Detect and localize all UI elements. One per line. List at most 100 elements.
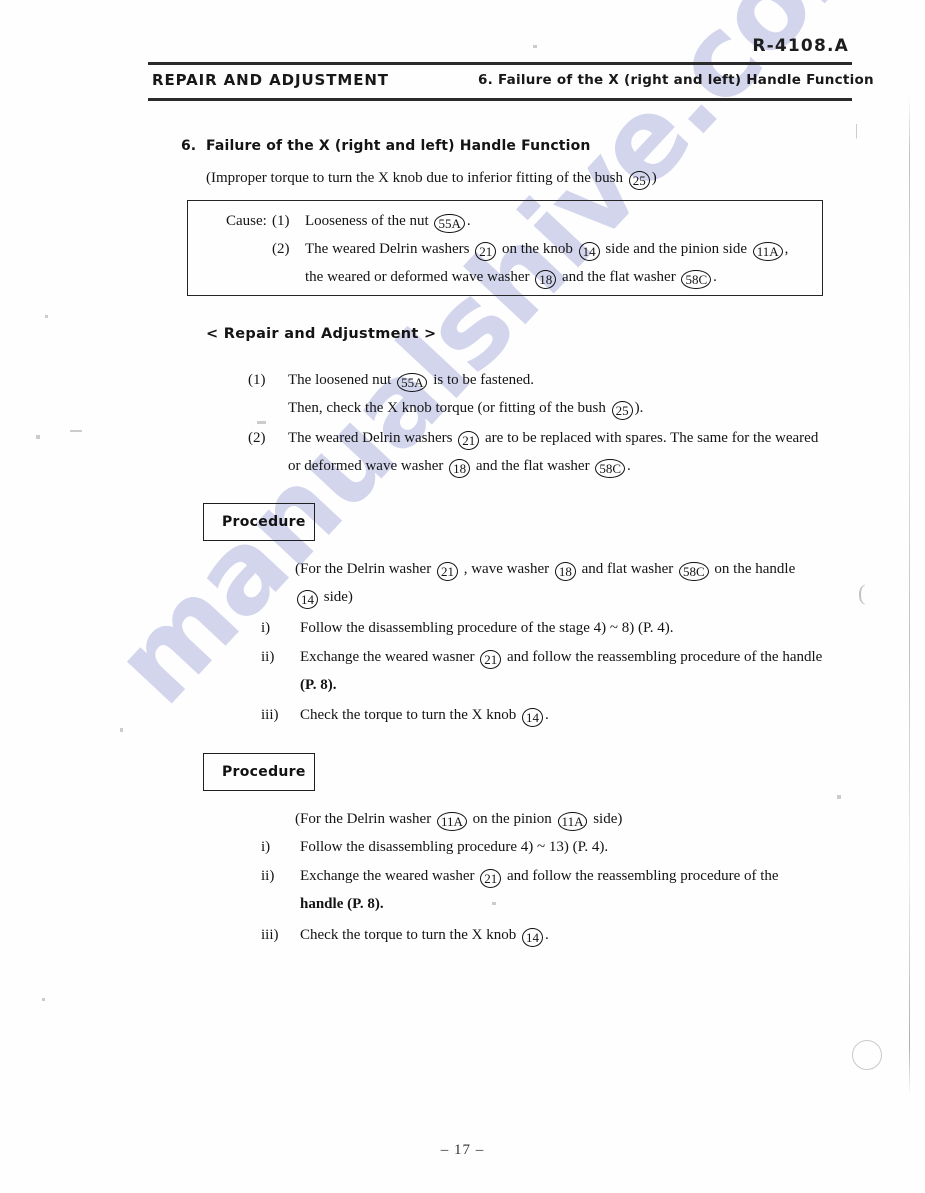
text-run: Check the torque to turn the X knob (300, 927, 520, 943)
part-number-circle: 11A (752, 242, 783, 261)
page-number: – 17 – (440, 1142, 485, 1158)
procedure-step-marker: ii) (261, 868, 275, 884)
procedure-box-1-label: Procedure (222, 514, 306, 530)
speckle (533, 45, 537, 48)
part-number-circle: 55A (397, 373, 428, 392)
circle-scan-artifact (852, 1040, 882, 1070)
procedure-step-marker: i) (261, 839, 271, 855)
part-number-circle: 18 (449, 459, 471, 478)
section-number: 6. (181, 138, 197, 154)
repair-adjustment-heading: < Repair and Adjustment > (206, 326, 437, 342)
part-number-circle: 25 (611, 401, 633, 420)
text-run: (Improper torque to turn the X knob due … (206, 170, 627, 186)
text-run: Follow the disassembling procedure of th… (300, 620, 674, 636)
speckle (70, 430, 82, 432)
part-number-circle: 55A (434, 214, 465, 233)
text-run: The weared Delrin washers (305, 241, 474, 257)
part-number-circle: 21 (480, 869, 502, 888)
speckle (837, 795, 841, 799)
procedure-step-line: Exchange the weared wasner 21 and follow… (300, 648, 822, 669)
document-page: manualshive.com ( | R-4108.A REPAIR AND … (0, 0, 925, 1193)
text-run: on the pinion (468, 811, 556, 827)
section-title: Failure of the X (right and left) Handle… (206, 138, 591, 154)
part-number-circle: 14 (521, 928, 543, 947)
text-run: and follow the reassembling procedure of… (503, 868, 779, 884)
cause-label: Cause: (226, 213, 267, 229)
text-run: The loosened nut (288, 372, 396, 388)
text-run: on the handle (710, 561, 796, 577)
procedure-step-line: Check the torque to turn the X knob 14. (300, 706, 549, 727)
text-run: and the flat washer (472, 458, 594, 474)
paren-scan-artifact: ( (858, 580, 866, 605)
header-rule-bottom (148, 98, 852, 101)
part-number-circle: 11A (557, 812, 588, 831)
text-run: , (784, 241, 789, 257)
text-run: . (713, 269, 717, 285)
part-number-circle: 14 (297, 590, 318, 609)
procedure-step-line: Follow the disassembling procedure 4) ~ … (300, 838, 608, 856)
text-run: side) (589, 811, 623, 827)
text-run: (For the Delrin washer (295, 811, 435, 827)
procedure-step-line: Check the torque to turn the X knob 14. (300, 926, 549, 947)
text-run: handle (P. 8). (300, 896, 384, 912)
part-number-circle: 21 (480, 650, 502, 669)
text-run: side) (320, 589, 353, 605)
part-number-circle: 21 (458, 431, 480, 450)
procedure-step-line: handle (P. 8). (300, 895, 384, 913)
tick-scan-artifact: | (855, 122, 859, 139)
cause-item-line: The weared Delrin washers 21 on the knob… (305, 240, 788, 261)
text-run: the weared or deformed wave washer (305, 269, 534, 285)
text-run: or deformed wave washer (288, 458, 448, 474)
part-number-circle: 58C (679, 562, 709, 581)
text-run: . (544, 707, 549, 723)
text-run: Then, check the X knob torque (or fittin… (288, 400, 610, 416)
text-run: Exchange the weared wasner (300, 649, 479, 665)
text-run: is to be fastened. (429, 372, 535, 388)
procedure-step-line: (P. 8). (300, 676, 337, 694)
repair-item-marker: (1) (248, 372, 266, 388)
repair-item-line: The weared Delrin washers 21 are to be r… (288, 429, 818, 450)
text-run: are to be replaced with spares. The same… (481, 430, 819, 446)
procedure-scope-line: (For the Delrin washer 21 , wave washer … (295, 560, 795, 581)
speckle (257, 421, 266, 424)
cause-item-line: the weared or deformed wave washer 18 an… (305, 268, 717, 289)
procedure-step-line: Follow the disassembling procedure of th… (300, 619, 673, 637)
text-run: ) (651, 170, 657, 186)
speckle (36, 435, 40, 439)
procedure-step-marker: ii) (261, 649, 275, 665)
speckle (492, 902, 496, 905)
repair-item-line: Then, check the X knob torque (or fittin… (288, 399, 643, 420)
header-right-title: 6. Failure of the X (right and left) Han… (478, 72, 874, 88)
part-number-circle: 14 (521, 708, 543, 727)
procedure-step-marker: iii) (261, 927, 279, 943)
part-number-circle: 25 (628, 171, 650, 190)
part-number-circle: 18 (535, 270, 557, 289)
part-number-circle: 21 (436, 562, 458, 581)
text-run: side and the pinion side (601, 241, 751, 257)
procedure-box-2-label: Procedure (222, 764, 306, 780)
text-run: . (626, 458, 631, 474)
text-run: Looseness of the nut (305, 213, 433, 229)
text-run: Follow the disassembling procedure 4) ~ … (300, 839, 609, 855)
text-run: ). (634, 400, 644, 416)
text-run: and follow the reassembling procedure of… (503, 649, 823, 665)
repair-item-line: The loosened nut 55A is to be fastened. (288, 371, 534, 392)
procedure-step-marker: i) (261, 620, 271, 636)
procedure-step-marker: iii) (261, 707, 279, 723)
cause-item-line: Looseness of the nut 55A. (305, 212, 471, 233)
speckle (45, 315, 48, 318)
part-number-circle: 58C (681, 270, 712, 289)
text-run: (P. 8). (300, 677, 337, 693)
text-run: and flat washer (577, 561, 677, 577)
text-run: . (544, 927, 549, 943)
document-code: R-4108.A (752, 36, 849, 56)
text-run: Exchange the weared washer (300, 868, 479, 884)
text-run: on the knob (498, 241, 577, 257)
text-run: The weared Delrin washers (288, 430, 457, 446)
part-number-circle: 14 (578, 242, 600, 261)
part-number-circle: 58C (595, 459, 625, 478)
speckle (42, 998, 45, 1001)
section-subtitle: (Improper torque to turn the X knob due … (206, 169, 657, 190)
part-number-circle: 21 (475, 242, 497, 261)
cause-item-marker: (2) (272, 241, 290, 257)
